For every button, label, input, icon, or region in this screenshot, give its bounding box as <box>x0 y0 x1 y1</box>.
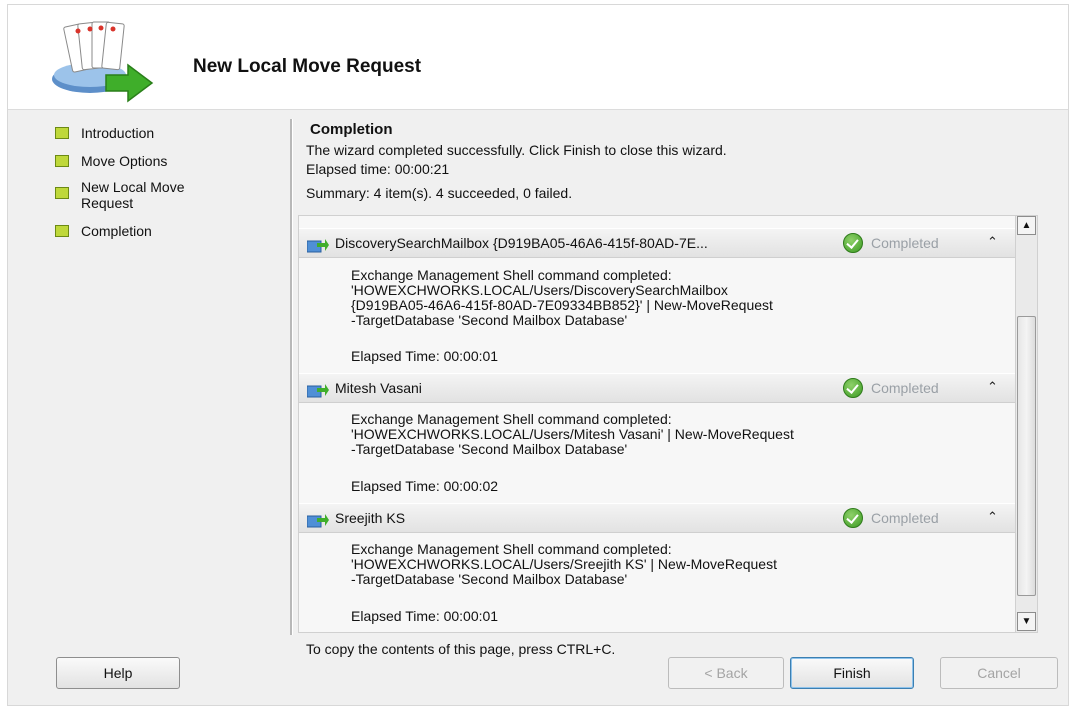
finish-button[interactable]: Finish <box>790 657 914 689</box>
result-details: Exchange Management Shell command comple… <box>351 542 991 587</box>
copy-hint: To copy the contents of this page, press… <box>306 641 616 657</box>
step-marker-icon <box>55 225 69 237</box>
detail-line: -TargetDatabase 'Second Mailbox Database… <box>351 312 628 328</box>
wizard-header: New Local Move Request <box>8 5 1068 110</box>
back-button[interactable]: < Back <box>668 657 784 689</box>
detail-line: 'HOWEXCHWORKS.LOCAL/Users/Sreejith KS' |… <box>351 556 777 572</box>
completion-message: The wizard completed successfully. Click… <box>306 142 727 158</box>
result-name: Sreejith KS <box>335 510 406 526</box>
wizard-window: New Local Move Request Introduction Move… <box>7 4 1069 706</box>
cancel-button[interactable]: Cancel <box>940 657 1058 689</box>
detail-line: 'HOWEXCHWORKS.LOCAL/Users/Mitesh Vasani'… <box>351 426 794 442</box>
nav-item-introduction[interactable]: Introduction <box>55 125 154 141</box>
mailbox-icon <box>307 384 329 398</box>
check-circle-icon <box>843 508 863 528</box>
result-elapsed: Elapsed Time: 00:00:01 <box>351 608 499 624</box>
scrollbar-thumb[interactable] <box>1017 316 1036 596</box>
double-chevron-up-icon[interactable]: ⌃︎ <box>987 509 998 525</box>
nav-item-label: Introduction <box>81 125 155 141</box>
mailbox-icon <box>307 239 329 253</box>
step-marker-icon <box>55 187 69 199</box>
result-details: Exchange Management Shell command comple… <box>351 268 991 328</box>
scroll-up-icon[interactable]: ▲ <box>1017 216 1036 235</box>
result-name: Mitesh Vasani <box>335 380 422 396</box>
detail-line: -TargetDatabase 'Second Mailbox Database… <box>351 441 628 457</box>
elapsed-time: Elapsed time: 00:00:21 <box>306 161 450 177</box>
detail-line: Exchange Management Shell command comple… <box>351 267 672 283</box>
detail-line: 'HOWEXCHWORKS.LOCAL/Users/DiscoverySearc… <box>351 282 728 298</box>
check-circle-icon <box>843 378 863 398</box>
result-header[interactable]: Mitesh Vasani Completed ⌃︎ <box>299 373 1015 403</box>
nav-item-label: Completion <box>81 223 152 239</box>
page-title: New Local Move Request <box>193 56 422 77</box>
detail-line: {D919BA05-46A6-415f-80AD-7E09334BB852}' … <box>351 297 773 313</box>
help-button[interactable]: Help <box>56 657 180 689</box>
step-marker-icon <box>55 127 69 139</box>
vertical-scrollbar[interactable]: ▲ ▼ <box>1015 216 1037 632</box>
step-marker-icon <box>55 155 69 167</box>
nav-item-label: New Local Move Request <box>81 179 185 211</box>
result-header[interactable]: DiscoverySearchMailbox {D919BA05-46A6-41… <box>299 228 1015 258</box>
section-heading: Completion <box>310 121 393 138</box>
status-text: Completed <box>871 380 939 396</box>
nav-item-move-options[interactable]: Move Options <box>55 153 167 169</box>
nav-item-completion[interactable]: Completion <box>55 223 152 239</box>
result-elapsed: Elapsed Time: 00:00:02 <box>351 478 499 494</box>
detail-line: -TargetDatabase 'Second Mailbox Database… <box>351 571 628 587</box>
nav-divider <box>290 119 293 635</box>
summary-text: Summary: 4 item(s). 4 succeeded, 0 faile… <box>306 185 573 201</box>
result-header[interactable]: Sreejith KS Completed ⌃︎ <box>299 503 1015 533</box>
nav-item-label: Move Options <box>81 153 168 169</box>
detail-line: Exchange Management Shell command comple… <box>351 411 672 427</box>
result-elapsed: Elapsed Time: 00:00:01 <box>351 348 499 364</box>
status-text: Completed <box>871 510 939 526</box>
result-details: Exchange Management Shell command comple… <box>351 412 991 457</box>
detail-line: Exchange Management Shell command comple… <box>351 541 672 557</box>
nav-item-new-local-move-request[interactable]: New Local Move Request <box>55 179 235 211</box>
move-request-wizard-icon <box>52 21 154 103</box>
scroll-down-icon[interactable]: ▼ <box>1017 612 1036 631</box>
result-name: DiscoverySearchMailbox {D919BA05-46A6-41… <box>335 235 708 251</box>
double-chevron-up-icon[interactable]: ⌃︎ <box>987 379 998 395</box>
check-circle-icon <box>843 233 863 253</box>
results-panel[interactable]: DiscoverySearchMailbox {D919BA05-46A6-41… <box>298 215 1038 633</box>
mailbox-icon <box>307 514 329 528</box>
double-chevron-up-icon[interactable]: ⌃︎ <box>987 234 998 250</box>
status-text: Completed <box>871 235 939 251</box>
